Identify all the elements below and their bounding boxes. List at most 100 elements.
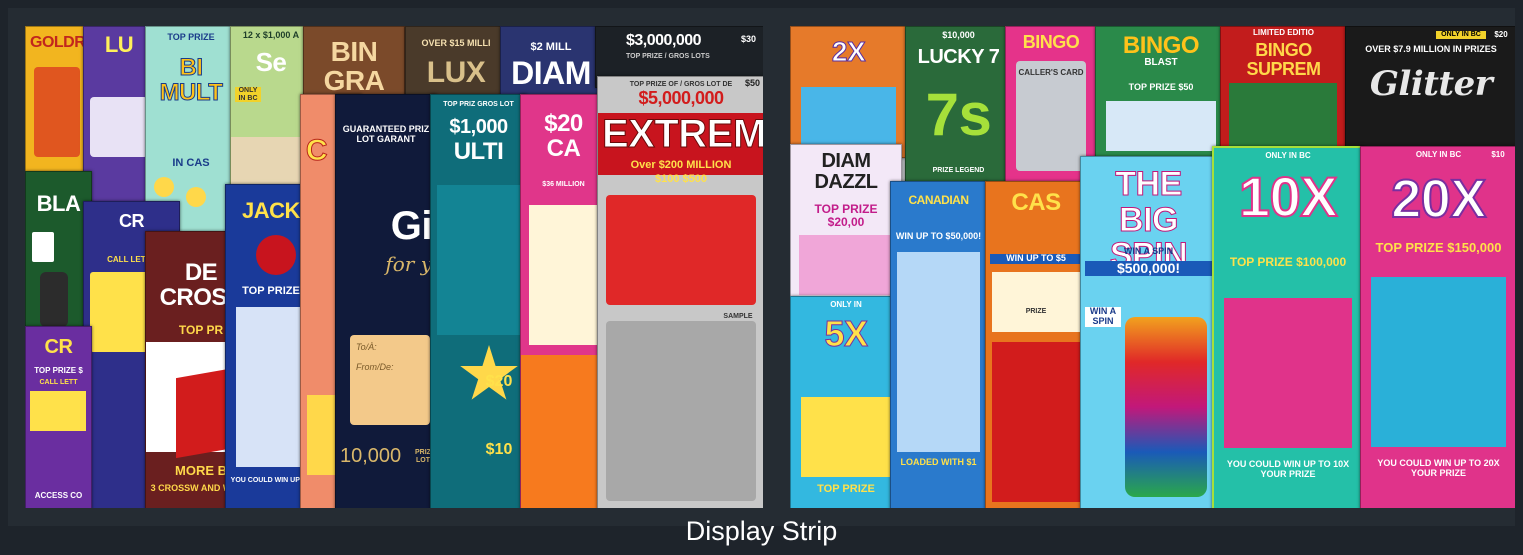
ticket-sample: SAMPLE [723,313,753,320]
ticket-top: LIMITED EDITIO [1253,28,1314,37]
ticket-big2: $10 [485,441,513,458]
ticket-sub: WIN UP TO $50,000! [895,231,982,241]
ticket-top: OVER $15 MILLI [421,38,491,48]
ticket-title: CR [119,211,145,231]
ticket-extreme: TOP PRIZE OF / GROS LOT DE $5,000,000 $5… [597,76,763,508]
ticket-title: BINGO [1022,32,1080,52]
ticket-prize: TOP PRIZE $ [34,366,83,375]
ticket-sub: IN CAS [172,157,210,169]
ticket-sub: CALLER'S CARD [1018,68,1084,77]
ticket-price: $30 [740,34,756,44]
ticket-top: $2 MILL [530,41,572,53]
ticket-prize: TOP PRIZ GROS LOT [443,101,514,108]
ticket-sub: BLAST [1144,57,1178,68]
ticket-title: Glitter [1369,64,1493,104]
ticket-script: for y [385,252,432,276]
ticket-title: DIAM DAZZL [814,150,878,193]
ticket-glitter: ONLY IN BC $20 OVER $7.9 MILLION IN PRIZ… [1345,26,1515,148]
ticket-prize: TOP PRIZE $100,000 [1229,255,1347,269]
ticket-title: DIAM [511,55,591,91]
ticket-title: Gi [390,204,433,248]
ticket-to: To/À: [356,342,377,352]
ticket-big1: $20 [485,373,513,390]
ticket-lucky7: $10,000 LUCKY 7 7s PRIZE LEGEND [905,26,1012,183]
ticket-badge: ONLY IN BC [235,87,261,103]
ticket-top: $10,000 [942,30,975,40]
ticket-foot: YOU COULD WIN UP TO 20X YOUR PRIZE [1377,458,1500,478]
ticket-title: BI MULT [159,54,223,107]
ticket-from: From/De: [356,362,394,372]
ticket-bottom: ACCESS CO [34,491,83,501]
ticket-title: CR [44,336,73,358]
ticket-price: $50 [744,78,760,88]
ticket-top: 12 x $1,000 A [242,30,300,40]
ticket-win: WIN A SPIN [1085,306,1121,327]
ticket-range: $100 $500 [655,173,707,185]
ticket-title: BIN GRA [323,36,385,97]
ticket-prize: TOP PRIZE $150,000 [1375,240,1502,255]
ticket-title: CANADIAN [908,193,970,207]
ticket-foot: PRIZE LEGEND [932,167,985,174]
ticket-badge: ONLY IN BC [1436,31,1486,39]
ticket-title: $20 CA [544,110,583,163]
ticket-2x: 2X [790,26,907,158]
ticket-badge: ONLY IN [830,300,862,309]
ticket-10x: ONLY IN BC 10X TOP PRIZE $100,000 YOU CO… [1212,146,1364,508]
ticket-title: GOLDR [30,34,86,51]
ticket-title: 20X [1390,169,1487,229]
ticket-sub: WIN UP TO $5 [990,253,1082,264]
ticket-title: Se [255,47,287,77]
ticket-title: THE BIG SPIN [1109,165,1188,275]
ticket-sub: TOP PRIZE / GROS LOTS [626,53,710,60]
ticket-badge: ONLY IN BC [1265,151,1311,160]
ticket-title: EXTREME [602,112,764,156]
ticket-top: $1,000 [449,116,508,138]
ticket-title: BLA [36,191,81,216]
right-ticket-collage: 2X $10,000 LUCKY 7 7s PRIZE LEGEND BINGO… [790,26,1515,508]
ticket-title: LU [104,32,134,57]
ticket-5x: ONLY IN 5X TOP PRIZE [790,296,902,508]
ticket-casino: CAS WIN UP TO $5 PRIZE [985,181,1087,508]
ticket-sub: WIN A SPIN [1123,246,1174,256]
ticket-title: 2X [831,36,866,67]
ticket-prize: PRIZE [1025,308,1047,315]
ticket-gift: GUARANTEED PRIZ LOT GARANT Gi for y To/À… [335,94,437,508]
ticket-foot: YOU COULD WIN UP TO 10X YOUR PRIZE [1226,459,1350,479]
ticket-top: $5,000,000 [638,88,724,108]
ticket-prize: TOP PRIZE $50 [1128,82,1194,92]
ticket-title: BINGO SUPREM [1246,40,1321,79]
ticket-bingo-blast: BINGO BLAST TOP PRIZE $50 [1095,26,1227,158]
ticket-title: CAS [1011,189,1061,216]
ticket-over: Over $200 MILLION [630,159,732,171]
left-ticket-collage: GOLDR LU TOP PRIZE BI MULT IN CAS 12 x $… [25,26,763,508]
ticket-20x: ONLY IN BC $10 20X TOP PRIZE $150,000 YO… [1360,146,1515,508]
ticket-title: 10X [1238,165,1339,228]
ticket-title: ULTI [453,138,504,165]
ticket-prize: $500,000! [1085,260,1212,277]
ticket-top: GUARANTEED PRIZ LOT GARANT [342,124,430,144]
ticket-canadian-bucks: CANADIAN WIN UP TO $50,000! LOADED WITH … [890,181,987,508]
ticket-price: $10 [1491,150,1505,159]
ticket-foot: TOP PRIZE [817,483,875,495]
ticket-cr-bottom: CR TOP PRIZE $ CALL LETT ACCESS CO [25,326,92,508]
ticket-title: 5X [824,313,869,354]
ticket-diamond-dazzle: DIAM DAZZL TOP PRIZE $20,00 [790,144,902,311]
ticket-big-spin: THE BIG SPIN WIN A SPIN $500,000! WIN A … [1080,156,1217,508]
ticket-blackjack: BLA [25,171,92,338]
ticket-gold: GOLDR [25,26,89,178]
ticket-prize: TOP PRIZE $20,00 [814,202,878,230]
ticket-ultra: TOP PRIZ GROS LOT $1,000 ULTI $20 $10 [430,94,527,508]
ticket-title: BINGO [1122,32,1200,59]
ticket-prize: TOP PRIZE [167,32,215,42]
ticket-title: LUCKY 7 [917,46,1000,68]
caption: Display Strip [685,516,838,546]
ticket-sub: CALL LETT [39,379,78,386]
ticket-bingo-supreme: LIMITED EDITIO BINGO SUPREM [1220,26,1347,158]
ticket-sub: $36 MILLION [542,181,585,188]
ticket-title: LUX [426,56,486,89]
ticket-title: $3,000,000 [626,32,702,49]
ticket-top: OVER $7.9 MILLION IN PRIZES [1365,44,1497,54]
ticket-cash-20: $20 CA $36 MILLION [520,94,607,508]
ticket-big: 7s [925,81,992,148]
ticket-price: $20 [1494,30,1508,39]
